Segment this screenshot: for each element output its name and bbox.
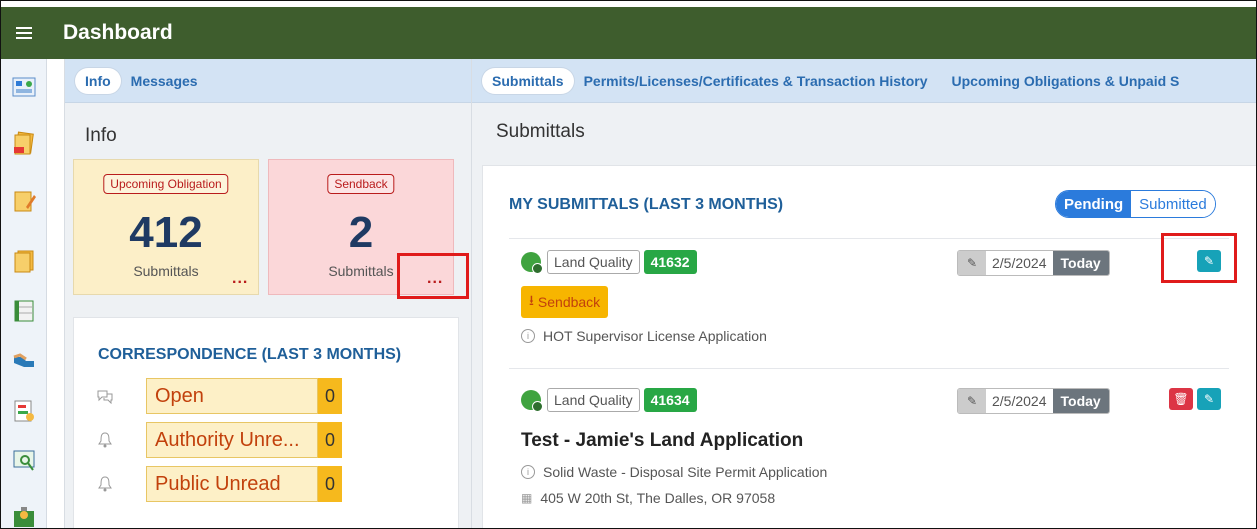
upcoming-obligation-badge: Upcoming Obligation xyxy=(103,174,229,194)
edit-button[interactable]: ✎ xyxy=(1197,388,1221,410)
chat-icon xyxy=(94,385,116,407)
submittal-id-badge: 41634 xyxy=(643,388,697,412)
bell-icon xyxy=(94,473,116,495)
correspondence-count: 0 xyxy=(318,466,342,502)
submittal-title: Test - Jamie's Land Application xyxy=(521,430,804,451)
bell-icon xyxy=(94,429,116,451)
date-group: ✎ 2/5/2024 Today xyxy=(957,388,1110,414)
today-badge: Today xyxy=(1052,389,1109,413)
highlight-box-sendback-more xyxy=(397,253,469,299)
date-group: ✎ 2/5/2024 Today xyxy=(957,250,1110,276)
tab-info[interactable]: Info xyxy=(75,67,121,94)
globe-icon xyxy=(521,252,543,274)
contact-card-icon[interactable] xyxy=(12,505,36,528)
submittal-item[interactable]: Land Quality 41634 ✎ 2/5/2024 Today 🗑 ✎ … xyxy=(509,388,1229,518)
correspondence-label: Public Unread xyxy=(146,466,318,502)
tab-submittals[interactable]: Submittals xyxy=(482,67,574,94)
submittals-panel: Submittals Permits/Licenses/Certificates… xyxy=(472,59,1256,528)
building-icon: ▦ xyxy=(521,491,533,505)
page-title: Dashboard xyxy=(63,21,173,44)
sendback-status-label: Sendback xyxy=(537,294,601,310)
divider xyxy=(509,368,1229,369)
correspondence-row-open[interactable]: Open 0 xyxy=(94,378,342,414)
correspondence-count: 0 xyxy=(318,422,342,458)
edit-date-icon: ✎ xyxy=(958,251,986,275)
report-icon[interactable] xyxy=(12,399,36,423)
top-bar: Dashboard xyxy=(1,1,1256,59)
submittal-tags: Land Quality 41632 xyxy=(521,250,697,274)
description-line: i Solid Waste - Disposal Site Permit App… xyxy=(521,464,827,480)
pending-toggle-option[interactable]: Pending xyxy=(1056,191,1132,217)
tab-permits-history[interactable]: Permits/Licenses/Certificates & Transact… xyxy=(584,68,938,94)
submittal-id-badge: 41632 xyxy=(643,250,697,274)
documents-icon[interactable] xyxy=(12,249,36,273)
tab-messages[interactable]: Messages xyxy=(131,68,208,94)
submittal-item[interactable]: Land Quality 41632 ✎ 2/5/2024 Today ✎ ⭳ … xyxy=(509,250,1229,360)
description-text: Solid Waste - Disposal Site Permit Appli… xyxy=(543,464,828,480)
upcoming-more-button[interactable]: ... xyxy=(232,270,248,288)
upcoming-obligation-card[interactable]: Upcoming Obligation 412 Submittals ... xyxy=(73,159,259,295)
correspondence-label: Authority Unre... xyxy=(146,422,318,458)
submitted-toggle-option[interactable]: Submitted xyxy=(1131,191,1215,217)
correspondence-row-authority-unread[interactable]: Authority Unre... 0 xyxy=(94,422,342,458)
correspondence-title: CORRESPONDENCE (LAST 3 MONTHS) xyxy=(98,346,402,363)
my-submittals-card: MY SUBMITTALS (LAST 3 MONTHS) Pending Su… xyxy=(482,165,1256,528)
correspondence-label: Open xyxy=(146,378,318,414)
delete-button[interactable]: 🗑 xyxy=(1169,388,1193,410)
handshake-icon[interactable] xyxy=(12,349,36,373)
submittals-title: Submittals xyxy=(496,121,585,142)
correspondence-count: 0 xyxy=(318,378,342,414)
address-text: 405 W 20th St, The Dalles, OR 97058 xyxy=(540,490,776,506)
upcoming-obligation-count: 412 xyxy=(129,208,203,257)
my-submittals-title: MY SUBMITTALS (LAST 3 MONTHS) xyxy=(509,196,784,213)
upcoming-obligation-sub: Submittals xyxy=(133,263,199,279)
icon-rail xyxy=(1,59,47,528)
download-icon: ⭳ xyxy=(529,292,534,308)
new-documents-icon[interactable] xyxy=(12,131,36,155)
submittal-date: 2/5/2024 xyxy=(986,251,1053,275)
edit-date-icon: ✎ xyxy=(958,389,986,413)
info-icon: i xyxy=(521,329,535,343)
submittals-tabbar: Submittals Permits/Licenses/Certificates… xyxy=(472,59,1256,103)
sendback-count: 2 xyxy=(348,208,374,257)
divider xyxy=(509,238,1229,239)
correspondence-row-public-unread[interactable]: Public Unread 0 xyxy=(94,466,342,502)
program-tag: Land Quality xyxy=(547,388,640,412)
highlight-box-edit-button xyxy=(1161,233,1237,283)
tab-upcoming-obligations[interactable]: Upcoming Obligations & Unpaid S xyxy=(948,68,1190,94)
sendback-status: ⭳ Sendback xyxy=(521,286,609,318)
program-tag: Land Quality xyxy=(547,250,640,274)
spreadsheet-icon[interactable] xyxy=(12,299,36,323)
search-report-icon[interactable] xyxy=(12,449,36,473)
submittal-date: 2/5/2024 xyxy=(986,389,1053,413)
globe-icon xyxy=(521,390,543,412)
info-icon: i xyxy=(521,465,535,479)
description-text: HOT Supervisor License Application xyxy=(543,328,767,344)
today-badge: Today xyxy=(1052,251,1109,275)
edit-documents-icon[interactable] xyxy=(12,189,36,213)
description-line: i HOT Supervisor License Application xyxy=(521,328,767,344)
address-line: ▦ 405 W 20th St, The Dalles, OR 97058 xyxy=(521,490,775,506)
dashboard-icon[interactable] xyxy=(12,75,36,99)
pending-submitted-toggle[interactable]: Pending Submitted xyxy=(1055,190,1216,218)
info-tabbar: Info Messages xyxy=(65,59,471,103)
sendback-badge: Sendback xyxy=(327,174,395,194)
correspondence-card: CORRESPONDENCE (LAST 3 MONTHS) Open 0 Au… xyxy=(73,317,459,528)
info-title: Info xyxy=(85,125,117,146)
menu-icon[interactable] xyxy=(1,7,47,59)
app-frame: Dashboard Info Messages Info Upcoming Ob… xyxy=(0,0,1257,529)
submittal-tags: Land Quality 41634 xyxy=(521,388,697,412)
